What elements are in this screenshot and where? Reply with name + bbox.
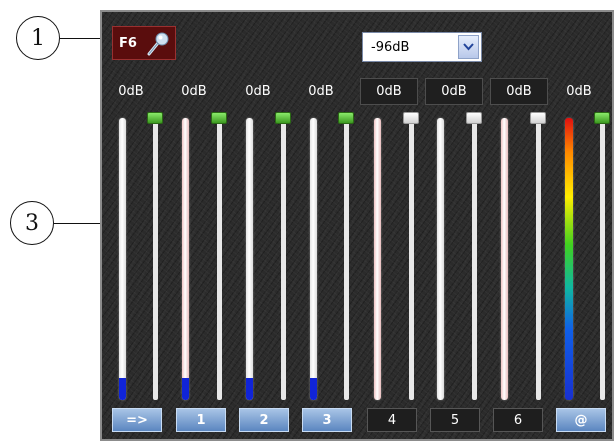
- fader-handle[interactable]: [338, 112, 354, 124]
- level-meter: [119, 118, 126, 400]
- fader-track[interactable]: [536, 118, 541, 400]
- channel-db-label: 0dB: [360, 78, 418, 105]
- channel-db-label: 0dB: [566, 84, 592, 99]
- channel-button-6[interactable]: 6: [493, 408, 543, 432]
- microphone-icon: [145, 31, 171, 61]
- fader-handle[interactable]: [466, 112, 482, 124]
- callout-1: 1: [16, 16, 60, 60]
- level-meter: [501, 118, 508, 400]
- level-meter-fill: [310, 378, 317, 400]
- channel-db-label: 0dB: [181, 84, 207, 99]
- fader-track[interactable]: [472, 118, 477, 400]
- fader-handle[interactable]: [530, 112, 546, 124]
- hotkey-mic-button[interactable]: F6: [112, 26, 176, 60]
- channel-button-5[interactable]: 5: [430, 408, 480, 432]
- fader-handle[interactable]: [211, 112, 227, 124]
- channel-db-label: 0dB: [245, 84, 271, 99]
- fader-track[interactable]: [153, 118, 158, 400]
- level-meter: [182, 118, 189, 400]
- fader-handle[interactable]: [594, 112, 610, 124]
- fader-handle[interactable]: [275, 112, 291, 124]
- callout-3-leader: [54, 223, 104, 224]
- channel-button-1[interactable]: 1: [176, 408, 226, 432]
- chevron-down-icon[interactable]: [458, 35, 479, 59]
- channel-button-3[interactable]: 3: [302, 408, 352, 432]
- level-meter: [246, 118, 253, 400]
- fader-handle[interactable]: [403, 112, 419, 124]
- threshold-dropdown[interactable]: -96dB: [362, 32, 482, 62]
- hotkey-label: F6: [119, 35, 137, 51]
- level-meter-fill: [246, 378, 253, 400]
- audio-mixer-panel: F6 -96dB 0dB 0dB 0dB 0dB 0dB 0dB 0dB 0dB: [100, 10, 614, 441]
- master-level-meter: [565, 118, 573, 400]
- channel-button-2[interactable]: 2: [239, 408, 289, 432]
- level-meter: [374, 118, 381, 400]
- level-meter: [310, 118, 317, 400]
- fader-track[interactable]: [281, 118, 286, 400]
- fader-track[interactable]: [409, 118, 414, 400]
- fader-track[interactable]: [217, 118, 222, 400]
- level-meter-fill: [182, 378, 189, 400]
- threshold-value: -96dB: [371, 39, 410, 55]
- level-meter: [437, 118, 444, 400]
- channel-button-4[interactable]: 4: [367, 408, 417, 432]
- callout-3: 3: [10, 201, 54, 245]
- channel-db-label: 0dB: [425, 78, 483, 105]
- channel-db-label: 0dB: [118, 84, 144, 99]
- channel-button-at[interactable]: @: [556, 408, 606, 432]
- fader-track[interactable]: [344, 118, 349, 400]
- level-meter-fill: [119, 378, 126, 400]
- channel-db-label: 0dB: [308, 84, 334, 99]
- fader-handle[interactable]: [147, 112, 163, 124]
- fader-track[interactable]: [600, 118, 605, 400]
- channel-button-output[interactable]: =>: [112, 408, 162, 432]
- channel-db-label: 0dB: [490, 78, 548, 105]
